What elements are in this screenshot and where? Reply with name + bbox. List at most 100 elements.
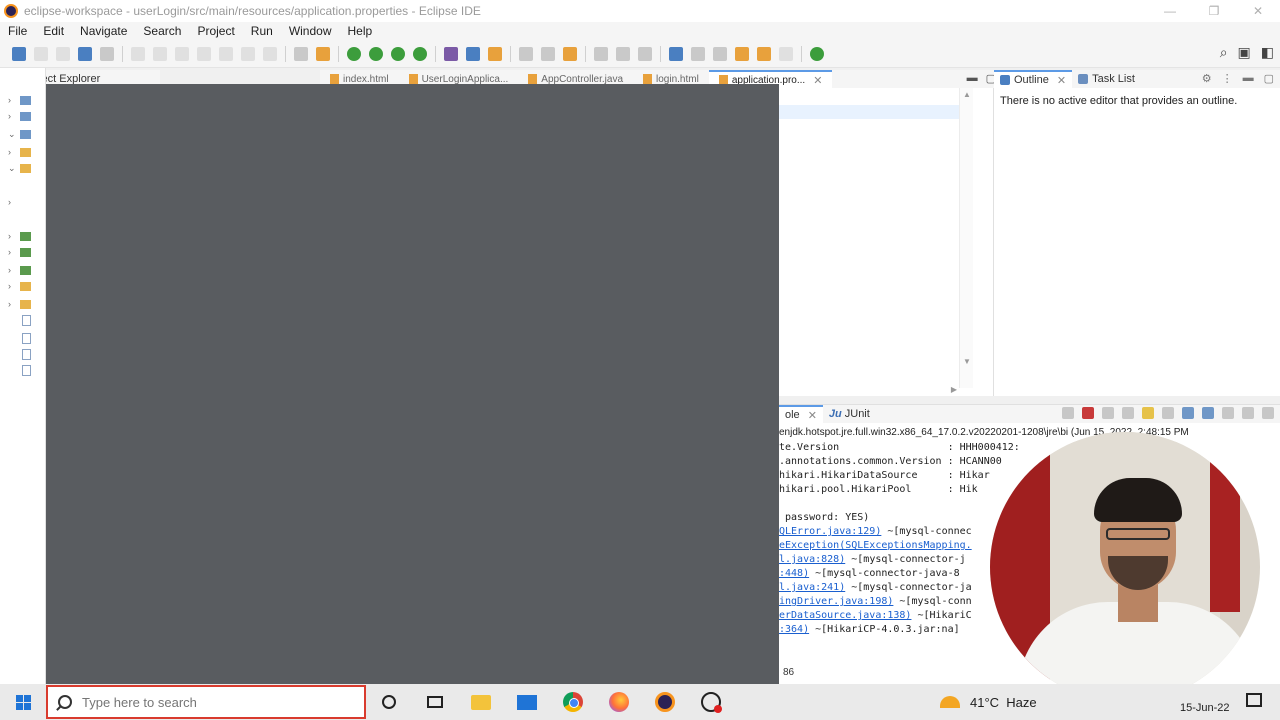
restore-button[interactable]: ❐ (1192, 0, 1236, 22)
tree-item[interactable] (8, 312, 44, 328)
run-icon[interactable] (369, 46, 383, 61)
external-tools-icon[interactable] (413, 46, 427, 61)
suspend-icon[interactable] (153, 46, 167, 61)
view-menu-icon[interactable]: ⋮ (1222, 72, 1233, 85)
expand-arrow-icon[interactable]: › (8, 231, 18, 241)
new-class-icon[interactable] (488, 46, 502, 61)
tab-task-list[interactable]: Task List (1072, 73, 1141, 85)
next-annotation-icon[interactable] (691, 46, 705, 61)
stacktrace-link[interactable]: :448) (779, 568, 809, 579)
display-selected-console-icon[interactable] (1242, 407, 1254, 419)
menu-window[interactable]: Window (281, 24, 340, 38)
scroll-lock-icon[interactable] (1142, 407, 1154, 419)
tree-item[interactable]: ⌄ (8, 160, 44, 176)
close-button[interactable]: ✕ (1236, 0, 1280, 22)
remove-launch-icon[interactable] (1082, 407, 1094, 419)
expand-arrow-icon[interactable]: › (8, 299, 18, 309)
globe-icon[interactable] (669, 46, 683, 61)
tab-user-login-application[interactable]: UserLoginApplica... (399, 74, 519, 85)
menu-file[interactable]: File (0, 24, 35, 38)
collapse-arrow-icon[interactable]: ⌄ (8, 129, 18, 140)
expand-arrow-icon[interactable]: › (8, 265, 18, 275)
show-console-on-error-icon[interactable] (1202, 407, 1214, 419)
close-tab-icon[interactable]: ✕ (1057, 74, 1066, 87)
open-task-icon[interactable] (541, 46, 555, 61)
taskbar-search-input[interactable] (82, 694, 342, 710)
toggle-mark-occurrences-icon[interactable] (594, 46, 608, 61)
tree-item[interactable]: ⌄ (8, 126, 44, 142)
open-perspective-icon[interactable]: ▣ (1238, 44, 1251, 61)
tray-date[interactable]: 15-Jun-22 (1180, 702, 1230, 714)
close-tab-icon[interactable]: ✕ (813, 74, 822, 87)
cortana-button[interactable] (366, 684, 412, 720)
tab-outline[interactable]: Outline ✕ (994, 70, 1073, 88)
terminate-console-icon[interactable] (1062, 407, 1074, 419)
notification-icon[interactable] (1246, 693, 1262, 707)
tree-item[interactable]: › (8, 92, 44, 108)
menu-navigate[interactable]: Navigate (72, 24, 135, 38)
expand-arrow-icon[interactable]: › (8, 197, 18, 207)
weather-widget[interactable]: 41°C Haze (940, 684, 1037, 720)
stacktrace-link[interactable]: l.java:241) (779, 582, 845, 593)
search-icon[interactable]: ⌕ (1220, 44, 1228, 61)
scroll-up-icon[interactable]: ▲ (963, 90, 971, 99)
new-icon[interactable] (12, 46, 26, 61)
minimize-editor-icon[interactable]: ▬ (967, 72, 978, 85)
tree-item[interactable]: › (8, 228, 44, 244)
pin-editor-icon[interactable] (810, 46, 824, 61)
step-into-icon[interactable] (219, 46, 233, 61)
tab-app-controller[interactable]: AppController.java (518, 74, 633, 85)
step-over-icon[interactable] (241, 46, 255, 61)
tab-index-html[interactable]: index.html (320, 74, 399, 85)
remove-all-terminated-icon[interactable] (1102, 407, 1114, 419)
save-icon[interactable] (34, 46, 48, 61)
menu-run[interactable]: Run (243, 24, 281, 38)
eclipse-button[interactable] (642, 684, 688, 720)
stacktrace-link[interactable]: ingDriver.java:198) (779, 596, 893, 607)
tree-item[interactable] (8, 330, 44, 346)
tree-item[interactable] (8, 362, 44, 378)
editor-vertical-scrollbar[interactable]: ▲ ▼ (959, 88, 973, 388)
disconnect-icon[interactable] (197, 46, 211, 61)
minimize-button[interactable]: — (1148, 0, 1192, 22)
stacktrace-link[interactable]: :364) (779, 624, 809, 635)
save-all-icon[interactable] (56, 46, 70, 61)
new-package-icon[interactable] (466, 46, 480, 61)
taskbar-search[interactable] (46, 685, 366, 719)
step-return-icon[interactable] (263, 46, 277, 61)
menu-search[interactable]: Search (135, 24, 189, 38)
new-java-project-icon[interactable] (444, 46, 458, 61)
close-tab-icon[interactable]: ✕ (808, 409, 817, 422)
firefox-button[interactable] (596, 684, 642, 720)
scroll-down-icon[interactable]: ▼ (963, 357, 971, 366)
minimize-view-icon[interactable]: ▬ (1243, 72, 1254, 85)
use-step-filters-icon[interactable] (294, 46, 308, 61)
coverage-icon[interactable] (316, 46, 330, 61)
tree-item[interactable] (8, 346, 44, 362)
expand-arrow-icon[interactable]: › (8, 95, 18, 105)
word-wrap-icon[interactable] (1162, 407, 1174, 419)
run-last-tool-icon[interactable] (391, 46, 405, 61)
tree-item[interactable]: › (8, 144, 44, 160)
clear-console-icon[interactable] (1122, 407, 1134, 419)
terminate-icon[interactable] (175, 46, 189, 61)
forward-icon[interactable] (779, 46, 793, 61)
scroll-right-icon[interactable]: ▶ (951, 385, 957, 394)
search-tool-icon[interactable] (563, 46, 577, 61)
tab-console[interactable]: ole ✕ (779, 405, 823, 423)
open-console-icon[interactable] (1262, 407, 1274, 419)
skip-breakpoints-icon[interactable] (100, 46, 114, 61)
stacktrace-link[interactable]: l.java:828) (779, 554, 845, 565)
task-view-button[interactable] (412, 684, 458, 720)
focus-icon[interactable]: ⚙ (1202, 72, 1212, 85)
resume-icon[interactable] (131, 46, 145, 61)
mail-button[interactable] (504, 684, 550, 720)
expand-arrow-icon[interactable]: › (8, 281, 18, 291)
expand-arrow-icon[interactable]: › (8, 147, 18, 157)
stacktrace-link[interactable]: erDataSource.java:138) (779, 610, 911, 621)
toggle-block-selection-icon[interactable] (616, 46, 630, 61)
last-edit-location-icon[interactable] (735, 46, 749, 61)
screen-recorder-button[interactable] (688, 684, 734, 720)
file-explorer-button[interactable] (458, 684, 504, 720)
pin-console-icon[interactable] (1222, 407, 1234, 419)
